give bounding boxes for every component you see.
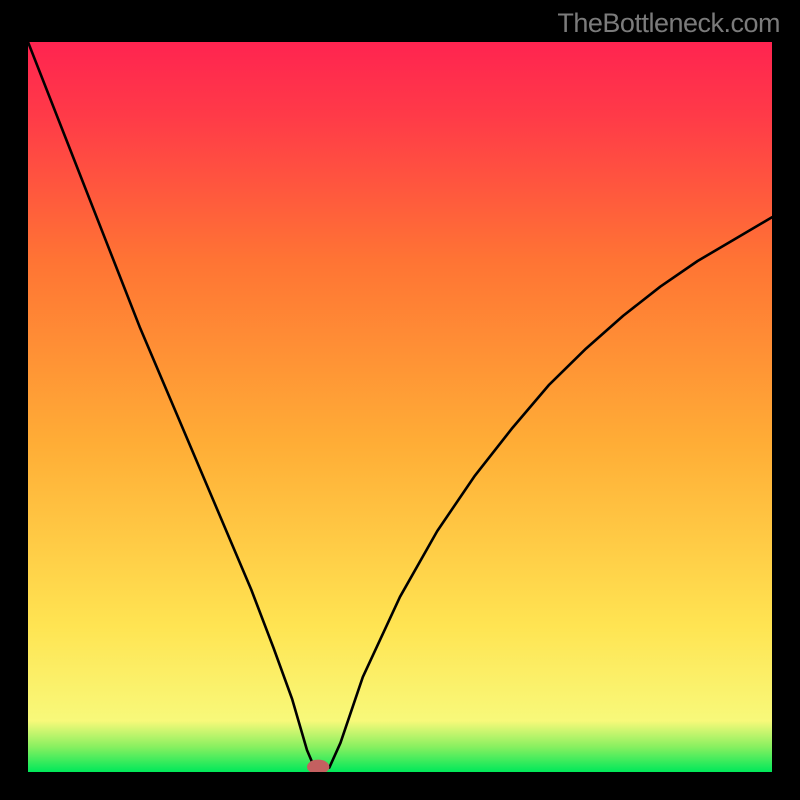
plot-area: [28, 42, 772, 772]
gradient-background: [28, 42, 772, 772]
watermark-text: TheBottleneck.com: [557, 8, 780, 39]
chart-svg: [28, 42, 772, 772]
chart-frame: TheBottleneck.com: [0, 0, 800, 800]
